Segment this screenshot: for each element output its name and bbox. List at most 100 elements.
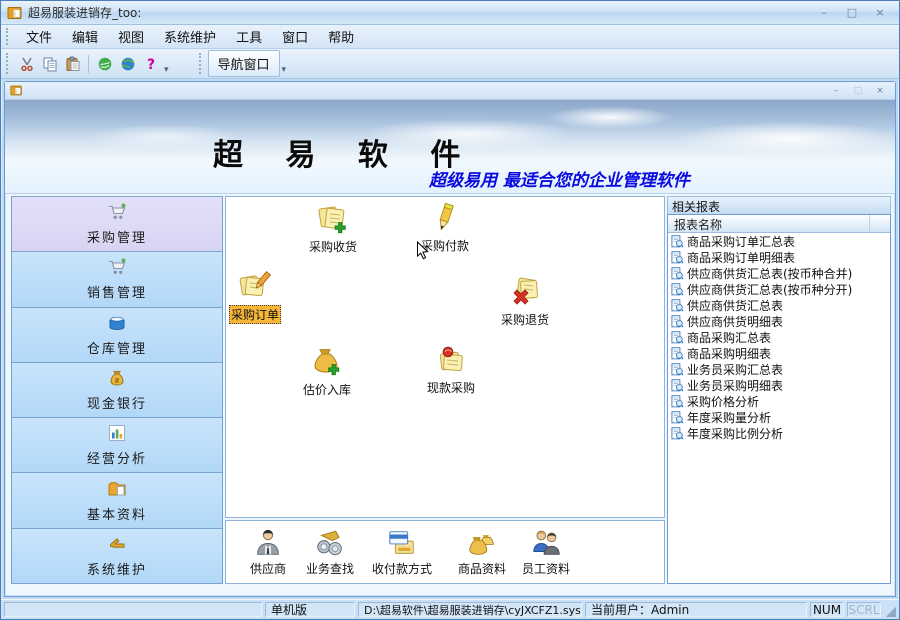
maximize-button[interactable]: □	[839, 5, 865, 21]
copy-button[interactable]	[38, 52, 61, 75]
sidebar-item-仓库管理[interactable]: 仓库管理	[12, 308, 222, 363]
report-row[interactable]: 业务员采购汇总表	[668, 361, 890, 377]
shortcut-label: 采购收货	[309, 238, 357, 255]
shortcut-area: 采购收货采购付款采购订单采购退货估价入库现款采购	[225, 196, 665, 518]
status-scroll-lock: SCRL	[847, 602, 881, 617]
menu-item[interactable]: 窗口	[272, 24, 318, 49]
sidebar-item-基本资料[interactable]: 基本资料	[12, 473, 222, 528]
report-label: 商品采购订单明细表	[687, 249, 795, 266]
sidebar-item-销售管理[interactable]: 销售管理	[12, 252, 222, 307]
report-name-column[interactable]: 报表名称	[668, 215, 870, 233]
reports-column-header[interactable]: 报表名称	[668, 215, 890, 233]
child-close-button[interactable]: ×	[870, 84, 890, 97]
report-label: 年度采购量分析	[687, 409, 771, 426]
cut-button[interactable]	[15, 52, 38, 75]
sidebar-item-采购管理[interactable]: 采购管理	[12, 197, 222, 252]
help-icon: ?	[143, 56, 159, 72]
shortcut-采购退货[interactable]: 采购退货	[487, 275, 563, 328]
report-icon	[671, 347, 684, 360]
toolbar-overflow-chevron-icon[interactable]: ▾	[163, 65, 172, 75]
report-row[interactable]: 供应商供货汇总表	[668, 297, 890, 313]
menu-item[interactable]: 编辑	[62, 24, 108, 49]
report-row[interactable]: 商品采购订单明细表	[668, 249, 890, 265]
help-button[interactable]: ?	[139, 52, 162, 75]
menu-bar: 文件编辑视图系统维护工具窗口帮助	[1, 25, 899, 49]
report-row[interactable]: 年度采购量分析	[668, 409, 890, 425]
shortcut-采购收货[interactable]: 采购收货	[295, 202, 371, 255]
quick-item-label: 收付款方式	[372, 560, 432, 577]
brand-tagline: 超级易用 最适合您的企业管理软件	[429, 166, 690, 191]
report-icon	[671, 251, 684, 264]
tool-bar: ? ▾ 导航窗口 ▾	[1, 49, 899, 79]
resize-grip[interactable]	[884, 602, 896, 617]
binoculars-icon	[314, 527, 346, 559]
status-mode: 单机版	[265, 602, 355, 617]
report-icon	[671, 411, 684, 424]
menu-item[interactable]: 帮助	[318, 24, 364, 49]
report-label: 商品采购订单汇总表	[687, 233, 795, 250]
menu-item[interactable]: 视图	[108, 24, 154, 49]
report-row[interactable]: 商品采购汇总表	[668, 329, 890, 345]
title-bar: 超易服装进销存_too: –□×	[1, 1, 899, 25]
window-controls: –□×	[811, 5, 893, 21]
cut-icon	[19, 56, 35, 72]
box-icon	[107, 313, 127, 333]
report-icon	[671, 283, 684, 296]
report-row[interactable]: 业务员采购明细表	[668, 377, 890, 393]
report-label: 商品采购汇总表	[687, 329, 771, 346]
doc-seal-icon	[434, 343, 468, 377]
paste-button[interactable]	[61, 52, 84, 75]
report-row[interactable]: 商品采购明细表	[668, 345, 890, 361]
copy-icon	[42, 56, 58, 72]
sidebar-item-系统维护[interactable]: 系统维护	[12, 529, 222, 583]
close-button[interactable]: ×	[867, 5, 893, 21]
quick-item-业务查找[interactable]: 业务查找	[290, 527, 370, 577]
window-title: 超易服装进销存_too:	[28, 4, 806, 21]
sidebar-item-label: 经营分析	[87, 448, 147, 467]
child-window-icon	[10, 84, 23, 97]
status-database-path: D:\超易软件\超易服装进销存\cyJXCFZ1.sys	[358, 602, 582, 617]
globe-button[interactable]	[116, 52, 139, 75]
quick-access-strip: 供应商业务查找收付款方式商品资料员工资料	[225, 520, 665, 584]
web-icon	[97, 56, 113, 72]
shortcut-估价入库[interactable]: 估价入库	[289, 345, 365, 398]
report-row[interactable]: 供应商供货汇总表(按币种分开)	[668, 281, 890, 297]
shortcut-label: 采购退货	[501, 311, 549, 328]
banner: 超 易 软 件 超级易用 最适合您的企业管理软件	[5, 100, 895, 194]
shortcut-label: 现款采购	[427, 379, 475, 396]
toolbar-web-group: ?	[93, 52, 162, 75]
sidebar-item-经营分析[interactable]: 经营分析	[12, 418, 222, 473]
menu-item[interactable]: 文件	[16, 24, 62, 49]
child-maximize-button[interactable]: □	[848, 84, 868, 97]
quick-item-收付款方式[interactable]: 收付款方式	[362, 527, 442, 577]
report-icon	[671, 427, 684, 440]
report-row[interactable]: 供应商供货汇总表(按币种合并)	[668, 265, 890, 281]
sidebar-item-label: 采购管理	[87, 227, 147, 246]
report-label: 业务员采购明细表	[687, 377, 783, 394]
status-empty-section	[4, 602, 262, 617]
report-row[interactable]: 年度采购比例分析	[668, 425, 890, 441]
web-button[interactable]	[93, 52, 116, 75]
menu-item[interactable]: 工具	[226, 24, 272, 49]
report-row[interactable]: 采购价格分析	[668, 393, 890, 409]
toolbar-overflow-chevron-2-icon[interactable]: ▾	[281, 65, 290, 75]
shortcut-现款采购[interactable]: 现款采购	[413, 343, 489, 396]
menu-grip	[6, 28, 11, 44]
mdi-area: –□× 超 易 软 件 超级易用 最适合您的企业管理软件 采购管理销售管理仓库管…	[1, 79, 899, 599]
quick-item-员工资料[interactable]: 员工资料	[506, 527, 586, 577]
menu-item[interactable]: 系统维护	[154, 24, 226, 49]
shortcut-采购订单[interactable]: 采购订单	[225, 269, 293, 324]
quick-item-label: 员工资料	[522, 560, 570, 577]
report-icon	[671, 395, 684, 408]
sidebar-item-label: 销售管理	[87, 282, 147, 301]
shortcut-label: 估价入库	[303, 381, 351, 398]
sidebar-item-现金银行[interactable]: 现金银行	[12, 363, 222, 418]
report-label: 商品采购明细表	[687, 345, 771, 362]
minimize-button[interactable]: –	[811, 5, 837, 21]
doc-pencil-icon	[238, 269, 272, 303]
child-minimize-button[interactable]: –	[826, 84, 846, 97]
report-row[interactable]: 供应商供货明细表	[668, 313, 890, 329]
report-row[interactable]: 商品采购订单汇总表	[668, 233, 890, 249]
navigation-window-button[interactable]: 导航窗口	[208, 50, 280, 77]
chart-icon	[107, 423, 127, 443]
